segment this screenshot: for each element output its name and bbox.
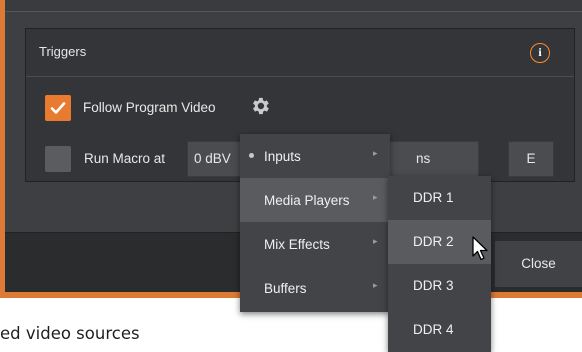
submenu-arrow-icon: ▸ [373,236,378,246]
follow-program-video-label: Follow Program Video [83,100,216,115]
submenu-item-label: DDR 3 [413,278,454,293]
submenu-item-ddr3[interactable]: DDR 3 [388,264,491,308]
menu-item-label: Buffers [264,281,307,296]
gear-icon[interactable] [249,95,271,117]
menu-item-label: Mix Effects [264,237,330,252]
menu-item-media-players[interactable]: Media Players ▸ [240,178,390,222]
source-context-menu: Inputs ▸ Media Players ▸ Mix Effects ▸ B… [240,134,390,312]
submenu-item-ddr1[interactable]: DDR 1 [388,176,491,220]
triggers-header: Triggers i [26,29,574,77]
follow-program-video-checkbox[interactable] [45,95,71,121]
run-macro-checkbox[interactable] [45,146,71,172]
mouse-pointer-icon [472,236,488,261]
checkmark-icon [50,102,66,114]
info-icon[interactable]: i [530,43,550,63]
menu-item-buffers[interactable]: Buffers ▸ [240,266,390,310]
submenu-item-ddr4[interactable]: DDR 4 [388,308,491,352]
submenu-arrow-icon: ▸ [373,148,378,158]
menu-item-label: Inputs [264,149,301,164]
submenu-item-label: DDR 1 [413,190,454,205]
bullet-icon [249,153,254,158]
macro-edit-button[interactable]: E [508,141,554,177]
macro-field-suffix: ns [416,151,431,166]
submenu-item-label: DDR 2 [413,234,454,249]
run-macro-label: Run Macro at [84,151,166,166]
submenu-arrow-icon: ▸ [373,192,378,202]
submenu-item-label: DDR 4 [413,322,454,337]
close-button[interactable]: Close [494,241,582,287]
macro-level-value: 0 dBV [194,151,231,166]
menu-item-inputs[interactable]: Inputs ▸ [240,134,390,178]
menu-item-label: Media Players [264,193,350,208]
media-players-submenu: DDR 1 DDR 2 DDR 3 DDR 4 [388,176,491,352]
window-top-strip [5,0,582,12]
menu-item-mix-effects[interactable]: Mix Effects ▸ [240,222,390,266]
caption-text: ed video sources [0,324,140,343]
triggers-title: Triggers [39,44,87,59]
submenu-arrow-icon: ▸ [373,280,378,290]
